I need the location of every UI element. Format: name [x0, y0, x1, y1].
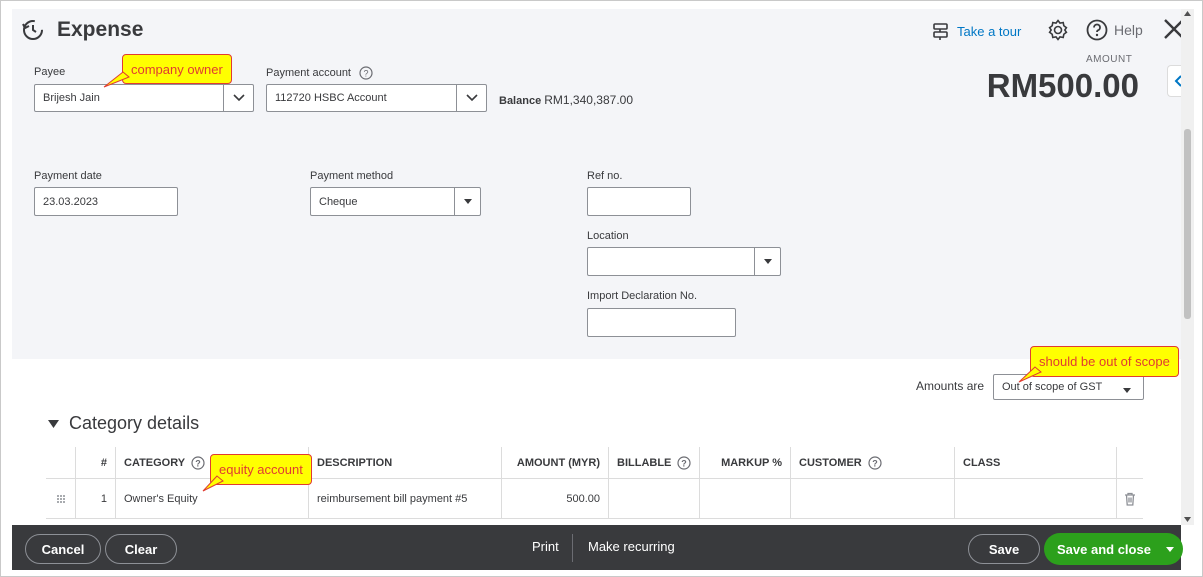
save-and-close-split-button: Save and close — [1044, 533, 1183, 565]
row-customer[interactable] — [790, 479, 954, 519]
expense-window: Expense Take a tour Help AMOUNT RM500.00… — [0, 0, 1203, 577]
column-header-customer: CUSTOMER ? — [790, 447, 954, 479]
row-description[interactable]: reimbursement bill payment #5 — [308, 479, 501, 519]
payment-account-label: Payment account — [266, 67, 351, 79]
help-button[interactable]: Help — [1086, 19, 1143, 41]
help-label: Help — [1114, 22, 1143, 38]
signpost-icon — [933, 23, 948, 40]
column-header-category-label: CATEGORY — [124, 457, 186, 469]
callout-pointer — [1018, 366, 1042, 383]
row-billable[interactable] — [608, 479, 699, 519]
drag-handle-icon[interactable] — [46, 479, 75, 519]
location-label: Location — [587, 230, 629, 242]
callout-pointer — [103, 71, 130, 88]
payment-date-value: 23.03.2023 — [43, 195, 99, 208]
caret-down-icon[interactable] — [454, 188, 480, 215]
callout-payee: company owner — [122, 54, 232, 84]
column-header-num: # — [75, 447, 115, 479]
take-tour-label: Take a tour — [957, 23, 1022, 39]
column-header-customer-label: CUSTOMER — [799, 457, 862, 469]
gear-icon[interactable] — [1046, 18, 1070, 47]
column-header-actions — [1116, 447, 1143, 479]
caret-down-icon[interactable] — [1156, 533, 1183, 565]
save-button[interactable]: Save — [968, 534, 1040, 564]
payment-method-label: Payment method — [310, 170, 394, 182]
balance-value: RM1,340,387.00 — [544, 93, 633, 107]
caret-down-icon — [1123, 384, 1131, 396]
column-header-class: CLASS — [954, 447, 1116, 479]
payee-value: Brijesh Jain — [43, 92, 100, 104]
amount-label: AMOUNT — [1086, 54, 1133, 65]
chevron-down-icon[interactable] — [456, 85, 486, 111]
balance-display: Balance RM1,340,387.00 — [499, 93, 633, 107]
location-select[interactable] — [587, 247, 781, 276]
scrollbar-thumb[interactable] — [1184, 129, 1191, 319]
payment-date-label: Payment date — [34, 170, 102, 182]
recent-transactions-icon[interactable] — [21, 18, 45, 42]
scrollbar[interactable] — [1181, 9, 1194, 525]
callout-pointer — [202, 475, 224, 492]
callout-scope: should be out of scope — [1030, 346, 1179, 377]
payment-method-select[interactable]: Cheque — [310, 187, 481, 216]
question-icon — [1086, 19, 1108, 41]
scroll-down-icon[interactable] — [1184, 517, 1191, 522]
clear-button[interactable]: Clear — [105, 534, 177, 564]
info-icon[interactable]: ? — [359, 66, 373, 80]
footer-divider — [572, 534, 573, 562]
payment-account-label-row: Payment account ? — [266, 66, 373, 80]
info-icon[interactable]: ? — [868, 456, 882, 470]
make-recurring-button[interactable]: Make recurring — [588, 539, 675, 554]
save-and-close-button[interactable]: Save and close — [1044, 542, 1156, 557]
svg-text:?: ? — [195, 459, 201, 469]
column-header-markup: MARKUP % — [699, 447, 790, 479]
page-title: Expense — [57, 18, 144, 41]
print-button[interactable]: Print — [532, 539, 559, 554]
column-header-billable: BILLABLE ? — [608, 447, 699, 479]
column-header-description: DESCRIPTION — [308, 447, 501, 479]
svg-text:?: ? — [363, 69, 368, 79]
column-header-billable-label: BILLABLE — [617, 457, 672, 469]
payment-account-select[interactable]: 112720 HSBC Account — [266, 84, 487, 112]
amounts-are-label: Amounts are — [916, 379, 985, 393]
cancel-button[interactable]: Cancel — [25, 534, 101, 564]
trash-icon[interactable] — [1116, 479, 1143, 519]
row-markup[interactable] — [699, 479, 790, 519]
row-amount[interactable]: 500.00 — [501, 479, 608, 519]
ref-no-label: Ref no. — [587, 170, 623, 182]
payee-label: Payee — [34, 66, 66, 78]
payment-date-input[interactable]: 23.03.2023 — [34, 187, 178, 216]
svg-text:?: ? — [682, 459, 688, 469]
amount-value: RM500.00 — [986, 67, 1139, 104]
info-icon[interactable]: ? — [191, 456, 205, 470]
footer-bar: Cancel Clear Print Make recurring Save S… — [12, 525, 1183, 570]
row-class[interactable] — [954, 479, 1116, 519]
caret-down-icon[interactable] — [754, 248, 780, 275]
scroll-up-icon[interactable] — [1184, 11, 1191, 16]
import-declaration-input[interactable] — [587, 308, 736, 337]
balance-label: Balance — [499, 95, 542, 107]
chevron-down-icon[interactable] — [223, 85, 253, 111]
take-tour-link[interactable]: Take a tour — [931, 21, 1021, 41]
row-number: 1 — [75, 479, 115, 519]
category-details-toggle[interactable]: Category details — [48, 413, 199, 434]
info-icon[interactable]: ? — [677, 456, 691, 470]
payment-account-value: 112720 HSBC Account — [275, 92, 387, 104]
caret-down-icon — [48, 419, 59, 428]
category-details-title: Category details — [69, 413, 200, 433]
column-header-amount: AMOUNT (MYR) — [501, 447, 608, 479]
ref-no-input[interactable] — [587, 187, 691, 216]
payment-method-value: Cheque — [319, 195, 358, 208]
svg-text:?: ? — [872, 459, 878, 469]
payee-select[interactable]: Brijesh Jain — [34, 84, 254, 112]
import-declaration-label: Import Declaration No. — [587, 290, 698, 302]
